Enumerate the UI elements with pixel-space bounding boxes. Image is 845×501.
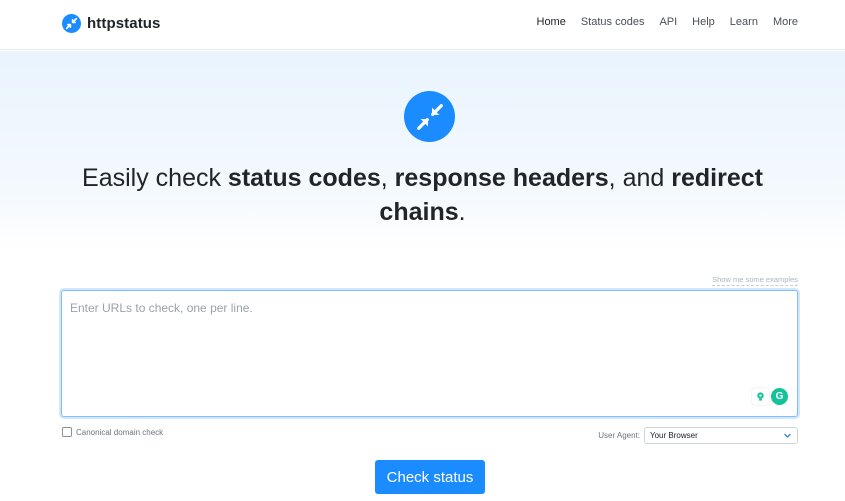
nav-item-learn[interactable]: Learn [730, 16, 758, 28]
headline: Easily check status codes, response head… [80, 161, 765, 229]
nav-item-help[interactable]: Help [692, 16, 715, 28]
grammarly-icon[interactable]: G [771, 388, 788, 405]
user-agent-group: User Agent: Your Browser [598, 427, 798, 444]
show-examples-link[interactable]: Show me some examples [712, 275, 798, 286]
user-agent-label: User Agent: [598, 431, 640, 440]
navbar: httpstatus Home Status codes API Help Le… [0, 0, 845, 50]
user-agent-select[interactable]: Your Browser [644, 427, 798, 444]
check-status-button[interactable]: Check status [375, 460, 485, 494]
canonical-domain-check[interactable]: Canonical domain check [62, 427, 163, 437]
extension-icons: G [752, 388, 788, 405]
headline-sep: , and [608, 164, 672, 192]
arrows-in-out-icon [404, 91, 455, 142]
hero: Easily check status codes, response head… [0, 51, 845, 251]
user-agent-value: Your Browser [650, 431, 698, 440]
headline-prefix: Easily check [82, 164, 228, 192]
lightbulb-icon[interactable] [752, 388, 769, 405]
chevron-down-icon [783, 431, 792, 443]
headline-suffix: . [458, 198, 466, 226]
canonical-checkbox[interactable] [62, 427, 72, 437]
headline-status-codes: status codes [227, 164, 381, 192]
canonical-label: Canonical domain check [76, 427, 164, 437]
url-input[interactable] [61, 290, 798, 417]
nav-item-more[interactable]: More [773, 16, 798, 28]
brand-name: httpstatus [87, 14, 161, 32]
headline-response-headers: response headers [394, 164, 609, 192]
nav-item-status-codes[interactable]: Status codes [581, 16, 645, 28]
nav-item-home[interactable]: Home [537, 16, 566, 28]
brand-link[interactable]: httpstatus [62, 13, 161, 33]
main-nav: Home Status codes API Help Learn More [522, 16, 799, 28]
nav-item-api[interactable]: API [659, 16, 677, 28]
arrows-in-out-icon [62, 13, 81, 33]
headline-sep: , [380, 164, 395, 192]
